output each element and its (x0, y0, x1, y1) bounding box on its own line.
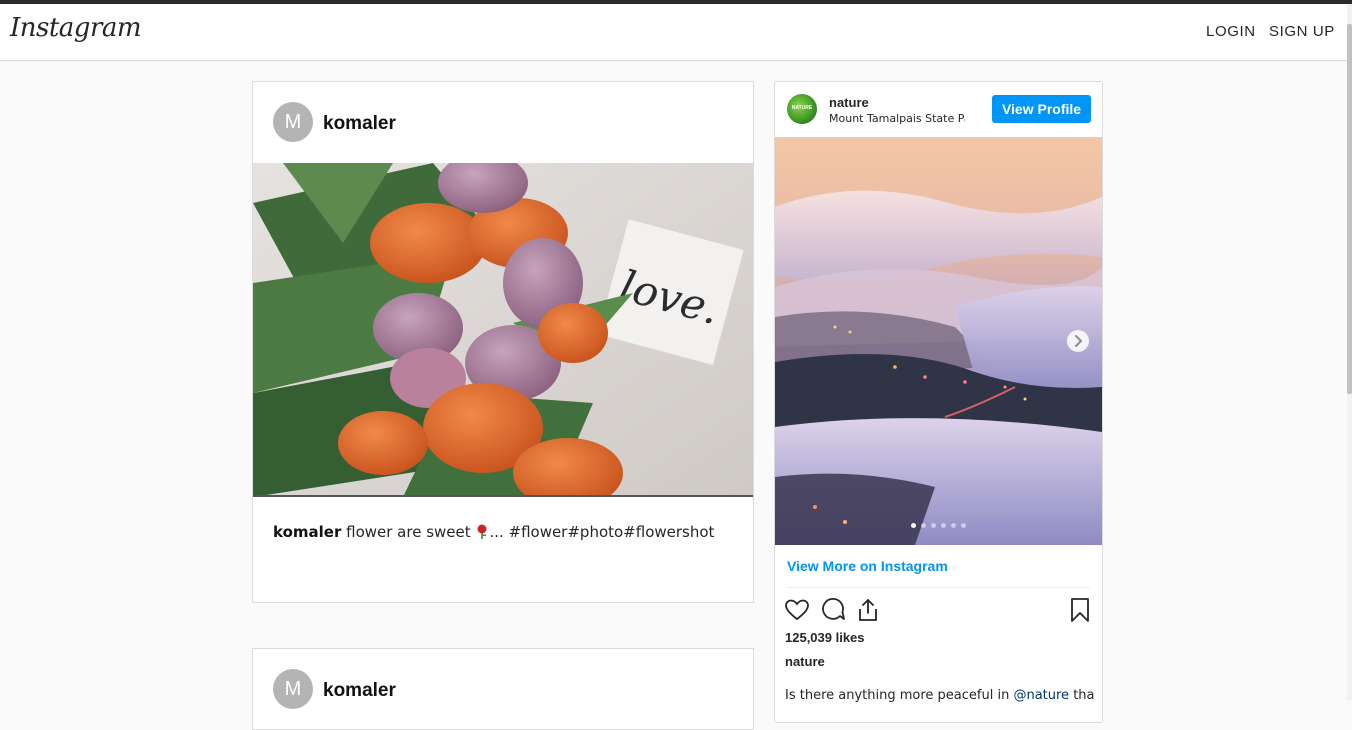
embed-location[interactable]: Mount Tamalpais State Pa (829, 112, 965, 125)
mention-link[interactable]: @nature (1013, 688, 1069, 703)
likes-count: 125,039 likes (785, 630, 865, 645)
share-icon[interactable] (855, 597, 881, 623)
carousel-dot[interactable] (931, 523, 936, 528)
signup-link[interactable]: SIGN UP (1269, 23, 1335, 40)
instagram-embed: NATURE nature Mount Tamalpais State Pa V… (774, 81, 1103, 723)
post-card: M komaler (252, 648, 754, 730)
post-caption: komaler flower are sweet ... #flower#pho… (273, 523, 714, 541)
tulips-photo: love. (253, 163, 753, 497)
embed-avatar[interactable]: NATURE (787, 94, 817, 124)
avatar-text: NATURE (791, 105, 813, 111)
embed-image[interactable] (775, 137, 1102, 545)
navbar: Instagram LOGIN SIGN UP (0, 4, 1347, 61)
view-more-link[interactable]: View More on Instagram (787, 558, 948, 574)
post-image[interactable]: love. (253, 163, 753, 497)
embed-username[interactable]: nature (829, 95, 869, 110)
carousel-dot[interactable] (951, 523, 956, 528)
caption-start: Is there anything more peaceful in (785, 688, 1014, 703)
fog-landscape-photo (775, 137, 1102, 545)
divider (787, 587, 1090, 588)
rose-emoji-icon (477, 524, 487, 539)
post-owner[interactable]: nature (785, 654, 825, 669)
scrollbar[interactable] (1347, 4, 1352, 700)
scrollbar-thumb[interactable] (1347, 24, 1352, 394)
caption-text: flower are sweet (346, 523, 471, 541)
carousel-dot[interactable] (941, 523, 946, 528)
comment-icon[interactable] (820, 597, 846, 623)
avatar[interactable]: M (273, 669, 313, 709)
post-username[interactable]: komaler (323, 680, 396, 702)
chevron-right-icon (1075, 335, 1083, 347)
embed-caption: Is there anything more peaceful in @natu… (785, 688, 1095, 703)
heart-icon[interactable] (784, 597, 810, 623)
login-link[interactable]: LOGIN (1206, 23, 1256, 40)
avatar[interactable]: M (273, 102, 313, 142)
bookmark-icon[interactable] (1067, 597, 1093, 623)
instagram-logo[interactable]: Instagram (10, 13, 142, 43)
caption-hashtags[interactable]: ... #flower#photo#flowershot (489, 523, 714, 541)
caption-end: than (1073, 688, 1095, 703)
carousel-dot[interactable] (921, 523, 926, 528)
carousel-dot[interactable] (911, 523, 916, 528)
carousel-next-button[interactable] (1067, 330, 1089, 352)
carousel-dot[interactable] (961, 523, 966, 528)
caption-username[interactable]: komaler (273, 523, 341, 541)
post-card: M komaler love. komaler flower are sweet… (252, 81, 754, 603)
post-username[interactable]: komaler (323, 113, 396, 135)
view-profile-button[interactable]: View Profile (992, 95, 1091, 123)
